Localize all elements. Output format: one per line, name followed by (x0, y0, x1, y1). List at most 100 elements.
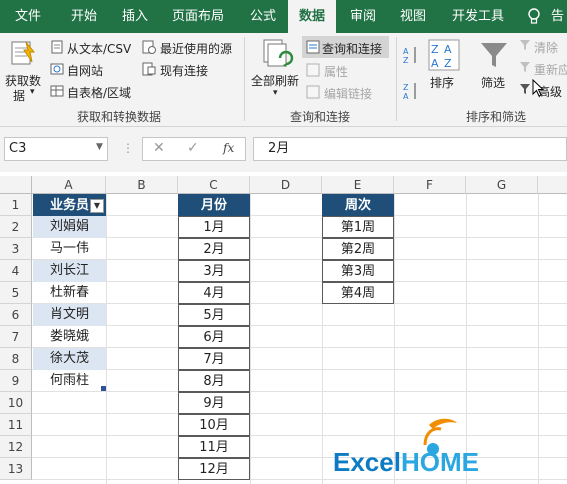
clear-button[interactable]: 清除 (534, 39, 558, 56)
row-header[interactable]: 5 (0, 282, 32, 304)
tab-file[interactable]: 文件 (0, 0, 56, 33)
from-text-csv-button[interactable]: 从文本/CSV (67, 40, 131, 57)
gridline (32, 391, 567, 392)
row-header[interactable]: 4 (0, 260, 32, 282)
column-header-a[interactable]: A (32, 176, 106, 194)
row-header[interactable]: 2 (0, 216, 32, 238)
salesperson-cell[interactable]: 何雨柱 (33, 370, 106, 392)
salesperson-cell[interactable]: 娄晓娥 (33, 326, 106, 348)
row-header[interactable]: 1 (0, 194, 32, 216)
row-header[interactable]: 10 (0, 392, 32, 414)
svg-text:A: A (403, 47, 409, 56)
month-cell[interactable]: 4月 (178, 282, 250, 304)
month-cell[interactable]: 7月 (178, 348, 250, 370)
name-box[interactable]: C3 (4, 137, 108, 161)
svg-text:A: A (403, 92, 409, 101)
tell-me-label[interactable]: 告 (551, 0, 564, 33)
row-header[interactable]: 12 (0, 436, 32, 458)
get-data-dropdown-icon[interactable]: ▾ (30, 87, 35, 97)
sort-az-small-icon[interactable]: AZ (403, 45, 419, 65)
edit-links-button[interactable]: 编辑链接 (324, 85, 372, 102)
salesperson-cell[interactable]: 刘长江 (33, 260, 106, 282)
tab-insert[interactable]: 插入 (112, 0, 158, 33)
tab-formulas[interactable]: 公式 (238, 0, 288, 33)
column-header-c[interactable]: C (178, 176, 250, 194)
get-data-icon[interactable] (8, 38, 40, 70)
tab-page-layout[interactable]: 页面布局 (158, 0, 238, 33)
month-cell[interactable]: 12月 (178, 458, 250, 480)
web-icon (50, 63, 64, 75)
filter-funnel-icon[interactable] (478, 39, 510, 71)
refresh-all-button[interactable]: 全部刷新 (251, 72, 299, 89)
table-resize-handle[interactable] (101, 386, 106, 391)
insert-function-icon[interactable]: fx (223, 141, 234, 155)
get-data-label-2[interactable]: 据 (13, 87, 25, 104)
cancel-icon[interactable]: ✕ (153, 140, 165, 156)
refresh-dropdown-icon[interactable]: ▾ (273, 88, 278, 98)
formula-input[interactable]: 2月 (253, 137, 567, 161)
tab-view[interactable]: 视图 (390, 0, 436, 33)
row-header[interactable]: 9 (0, 370, 32, 392)
queries-connections-icon (306, 40, 320, 54)
month-cell[interactable]: 5月 (178, 304, 250, 326)
month-cell[interactable]: 10月 (178, 414, 250, 436)
salesperson-cell[interactable]: 徐大茂 (33, 348, 106, 370)
reapply-filter-icon[interactable] (519, 61, 531, 73)
salesperson-cell[interactable]: 肖文明 (33, 304, 106, 326)
sort-za-small-icon[interactable]: ZA (403, 81, 419, 101)
from-table-button[interactable]: 自表格/区域 (67, 84, 131, 101)
column-header-h[interactable] (538, 176, 567, 194)
existing-connections-button[interactable]: 现有连接 (160, 62, 208, 79)
salesperson-cell[interactable]: 杜新春 (33, 282, 106, 304)
queries-connections-button[interactable]: 查询和连接 (322, 40, 382, 57)
week-cell[interactable]: 第1周 (322, 216, 394, 238)
lightbulb-icon[interactable] (527, 8, 541, 26)
name-box-dropdown-icon[interactable]: ▼ (96, 142, 103, 152)
row-header[interactable]: 3 (0, 238, 32, 260)
select-all-corner[interactable] (0, 176, 32, 194)
tab-review[interactable]: 审阅 (340, 0, 386, 33)
tab-data[interactable]: 数据 (288, 0, 336, 33)
month-cell[interactable]: 8月 (178, 370, 250, 392)
column-header-e[interactable]: E (322, 176, 394, 194)
week-cell[interactable]: 第3周 (322, 260, 394, 282)
month-cell[interactable]: 11月 (178, 436, 250, 458)
week-cell[interactable]: 第2周 (322, 238, 394, 260)
properties-button[interactable]: 属性 (324, 63, 348, 80)
row-header[interactable]: 8 (0, 348, 32, 370)
month-cell[interactable]: 3月 (178, 260, 250, 282)
sort-icon[interactable]: Z AA Z (428, 39, 460, 71)
tab-home[interactable]: 开始 (56, 0, 112, 33)
refresh-all-icon[interactable] (258, 38, 294, 72)
row-header[interactable]: 11 (0, 414, 32, 436)
salesperson-cell[interactable]: 刘娟娟 (33, 216, 106, 238)
properties-icon (306, 63, 320, 77)
from-web-button[interactable]: 自网站 (67, 62, 103, 79)
filter-dropdown-icon[interactable]: ▼ (90, 199, 104, 213)
reapply-button[interactable]: 重新应 (534, 61, 567, 78)
clear-filter-icon[interactable] (519, 39, 531, 51)
table-header-week[interactable]: 周次 (322, 194, 394, 216)
month-cell[interactable]: 9月 (178, 392, 250, 414)
enter-icon[interactable]: ✓ (187, 140, 199, 156)
table-header-month[interactable]: 月份 (178, 194, 250, 216)
salesperson-cell[interactable]: 马一伟 (33, 238, 106, 260)
column-header-d[interactable]: D (250, 176, 322, 194)
tab-developer[interactable]: 开发工具 (440, 0, 516, 33)
row-header[interactable]: 13 (0, 458, 32, 480)
sort-button[interactable]: 排序 (430, 74, 454, 91)
advanced-filter-icon[interactable] (519, 83, 531, 95)
row-header[interactable]: 6 (0, 304, 32, 326)
gridline (32, 457, 567, 458)
month-cell[interactable]: 1月 (178, 216, 250, 238)
week-cell[interactable]: 第4周 (322, 282, 394, 304)
recent-sources-button[interactable]: 最近使用的源 (160, 40, 232, 57)
row-header[interactable]: 7 (0, 326, 32, 348)
column-header-f[interactable]: F (394, 176, 466, 194)
column-header-g[interactable]: G (466, 176, 538, 194)
more-options-icon[interactable]: ⋮ (122, 141, 134, 155)
filter-button[interactable]: 筛选 (481, 74, 505, 91)
column-header-b[interactable]: B (106, 176, 178, 194)
month-cell[interactable]: 2月 (178, 238, 250, 260)
month-cell[interactable]: 6月 (178, 326, 250, 348)
